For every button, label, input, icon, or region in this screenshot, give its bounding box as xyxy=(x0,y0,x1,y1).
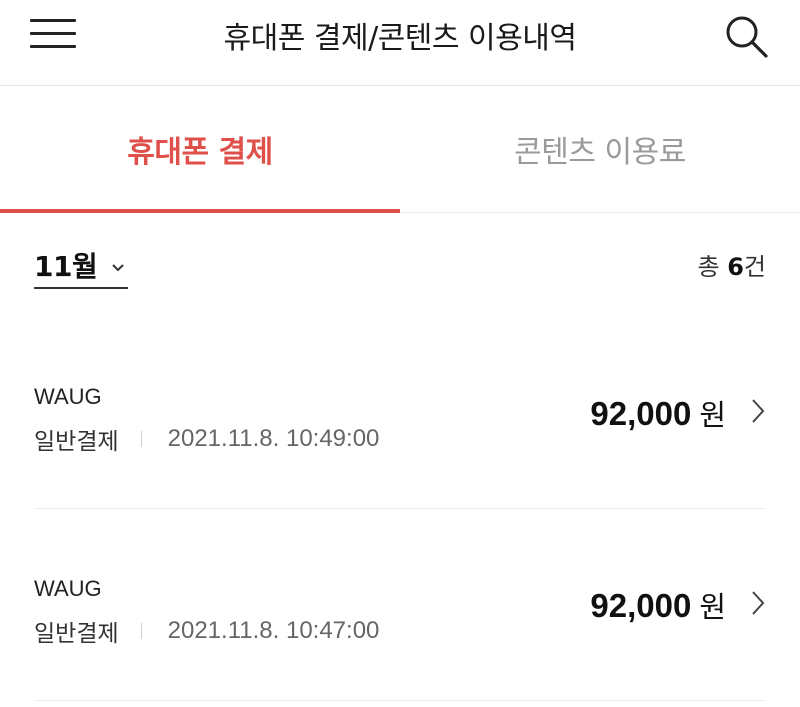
chevron-right-icon xyxy=(750,397,766,429)
total-count: 총 6건 xyxy=(697,247,766,282)
merchant-name: WAUG xyxy=(34,384,102,409)
count-value: 6 xyxy=(727,253,744,281)
page-title: 휴대폰 결제/콘텐츠 이용내역 xyxy=(223,21,577,56)
amount-unit: 원 xyxy=(699,398,726,432)
transaction-row[interactable]: WAUG 일반결제 2021.11.8. 10:47:00 92,000 원 xyxy=(34,572,766,696)
chevron-down-icon xyxy=(111,258,125,277)
search-icon[interactable] xyxy=(722,12,770,60)
active-tab-indicator xyxy=(0,209,400,213)
transaction-meta: 일반결제 2021.11.8. 10:47:00 xyxy=(34,614,379,648)
tab-mobile-payment[interactable]: 휴대폰 결제 xyxy=(0,86,400,212)
app-header: 휴대폰 결제/콘텐츠 이용내역 xyxy=(0,0,800,86)
tab-content-fee[interactable]: 콘텐츠 이용료 xyxy=(400,86,800,212)
tab-bar: 휴대폰 결제 콘텐츠 이용료 xyxy=(0,86,800,213)
amount-value: 92,000 xyxy=(590,395,692,432)
payment-type: 일반결제 xyxy=(34,621,119,647)
transaction-datetime: 2021.11.8. 10:49:00 xyxy=(167,425,380,452)
amount-unit: 원 xyxy=(699,590,726,624)
transaction-amount: 92,000 원 xyxy=(590,584,726,626)
transaction-datetime: 2021.11.8. 10:47:00 xyxy=(167,617,380,644)
meta-divider xyxy=(140,623,142,639)
transaction-meta: 일반결제 2021.11.8. 10:49:00 xyxy=(34,422,379,456)
row-divider xyxy=(34,700,766,701)
month-label: 11월 xyxy=(34,250,98,283)
transaction-row[interactable]: WAUG 일반결제 2021.11.8. 10:49:00 92,000 원 xyxy=(34,380,766,504)
merchant-name: WAUG xyxy=(34,576,102,601)
amount-value: 92,000 xyxy=(590,587,692,624)
payment-type: 일반결제 xyxy=(34,429,119,455)
row-divider xyxy=(34,508,766,509)
month-dropdown[interactable]: 11월 xyxy=(34,243,128,289)
meta-divider xyxy=(140,431,142,447)
count-prefix: 총 xyxy=(697,253,720,281)
chevron-right-icon xyxy=(750,589,766,621)
count-suffix: 건 xyxy=(743,253,766,281)
transaction-amount: 92,000 원 xyxy=(590,392,726,434)
